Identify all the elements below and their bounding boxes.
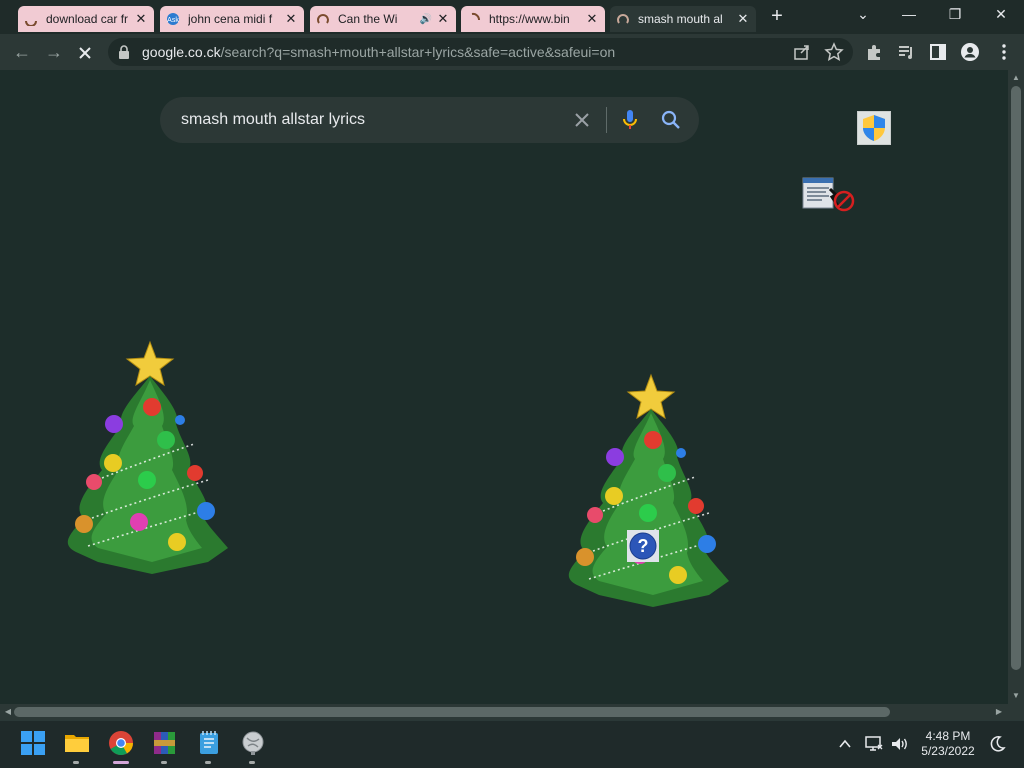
tab-3[interactable]: Can the Wi 🔊 ✕: [310, 6, 456, 32]
chrome-icon[interactable]: [108, 730, 134, 756]
profile-avatar-icon[interactable]: [960, 42, 980, 62]
loading-spinner-icon: [317, 14, 329, 24]
tab-title: download car fr: [46, 12, 129, 26]
close-tab-icon[interactable]: ✕: [134, 12, 148, 26]
side-panel-icon[interactable]: [928, 42, 948, 62]
scroll-right-arrow-icon[interactable]: ▶: [993, 706, 1005, 718]
vertical-scroll-thumb[interactable]: [1011, 86, 1021, 670]
search-input[interactable]: smash mouth allstar lyrics: [181, 111, 365, 129]
taskbar-clock[interactable]: 4:48 PM 5/23/2022: [912, 729, 984, 759]
extensions-puzzle-icon[interactable]: [864, 42, 884, 62]
loading-spinner-icon: [617, 14, 629, 24]
windows-start-icon[interactable]: [20, 730, 46, 756]
address-url[interactable]: google.co.ck/search?q=smash+mouth+allsta…: [142, 44, 615, 60]
tab-5-active[interactable]: smash mouth al ✕: [610, 6, 756, 32]
bookmark-star-icon[interactable]: [824, 42, 844, 62]
clock-time: 4:48 PM: [925, 729, 971, 743]
taskbar-running-indicator: [161, 761, 167, 764]
tab-search-chevron-icon[interactable]: ⌄: [848, 4, 878, 24]
back-arrow-icon[interactable]: ←: [10, 40, 34, 64]
new-tab-button[interactable]: +: [766, 6, 788, 28]
horizontal-scroll-thumb[interactable]: [14, 707, 890, 717]
lock-icon[interactable]: [118, 45, 130, 59]
clear-search-icon[interactable]: [572, 110, 592, 130]
ask-logo-icon: Ask: [167, 13, 179, 25]
svg-text:Ask: Ask: [167, 17, 179, 24]
tab-4[interactable]: https://www.bin ✕: [461, 6, 605, 32]
forward-arrow-icon[interactable]: →: [42, 40, 66, 64]
network-icon[interactable]: [864, 735, 884, 753]
volume-icon[interactable]: [890, 736, 910, 752]
taskbar-running-indicator: [249, 761, 255, 764]
share-icon[interactable]: [792, 42, 812, 62]
christmas-tree-icon[interactable]: [559, 373, 731, 609]
kebab-menu-icon[interactable]: [994, 42, 1014, 62]
taskbar-active-indicator: [113, 761, 129, 764]
close-tab-icon[interactable]: ✕: [284, 12, 298, 26]
taskbar-running-indicator: [73, 761, 79, 764]
tab-title: Can the Wi: [338, 12, 398, 26]
file-explorer-icon[interactable]: [64, 730, 90, 756]
broken-window-app-icon[interactable]: [802, 177, 858, 215]
close-window-icon[interactable]: ✕: [986, 4, 1016, 24]
loading-spinner-icon: [25, 20, 37, 26]
taskbar-running-indicator: [205, 761, 211, 764]
clock-date: 5/23/2022: [921, 744, 975, 758]
close-tab-icon[interactable]: ✕: [736, 12, 750, 26]
tab-title: https://www.bin: [489, 12, 570, 26]
media-playlist-icon[interactable]: [896, 42, 916, 62]
scroll-down-arrow-icon[interactable]: ▼: [1010, 690, 1022, 702]
microphone-icon[interactable]: [620, 108, 640, 132]
restore-icon[interactable]: ❐: [940, 4, 970, 24]
url-path: /search?q=smash+mouth+allstar+lyrics&saf…: [220, 44, 616, 60]
uac-shield-icon[interactable]: [857, 111, 891, 145]
focus-moon-icon[interactable]: [988, 735, 1006, 753]
speaker-icon[interactable]: 🔊: [420, 14, 432, 25]
scroll-corner: [1008, 704, 1024, 720]
scroll-up-arrow-icon[interactable]: ▲: [1010, 72, 1022, 84]
winrar-icon[interactable]: [152, 730, 178, 756]
tab-2[interactable]: Ask john cena midi f ✕: [160, 6, 304, 32]
search-divider: [606, 107, 607, 133]
tab-title: john cena midi f: [188, 12, 273, 26]
loading-spinner-icon: [471, 12, 481, 21]
search-icon[interactable]: [660, 109, 682, 131]
tab-1[interactable]: download car fr ✕: [18, 6, 154, 32]
svg-text:?: ?: [638, 536, 649, 556]
close-tab-icon[interactable]: ✕: [585, 12, 599, 26]
chevron-up-icon[interactable]: [838, 737, 852, 751]
scroll-left-arrow-icon[interactable]: ◀: [2, 706, 14, 718]
close-tab-icon[interactable]: ✕: [436, 12, 450, 26]
christmas-tree-icon[interactable]: [58, 340, 230, 576]
notepad-icon[interactable]: [196, 730, 222, 756]
help-question-icon[interactable]: ?: [627, 530, 659, 562]
tab-title: smash mouth al: [638, 12, 723, 26]
minimize-icon[interactable]: —: [894, 4, 924, 24]
stop-loading-icon[interactable]: [76, 44, 94, 62]
url-host: google.co.ck: [142, 44, 221, 60]
app-globe-icon[interactable]: [240, 730, 266, 756]
